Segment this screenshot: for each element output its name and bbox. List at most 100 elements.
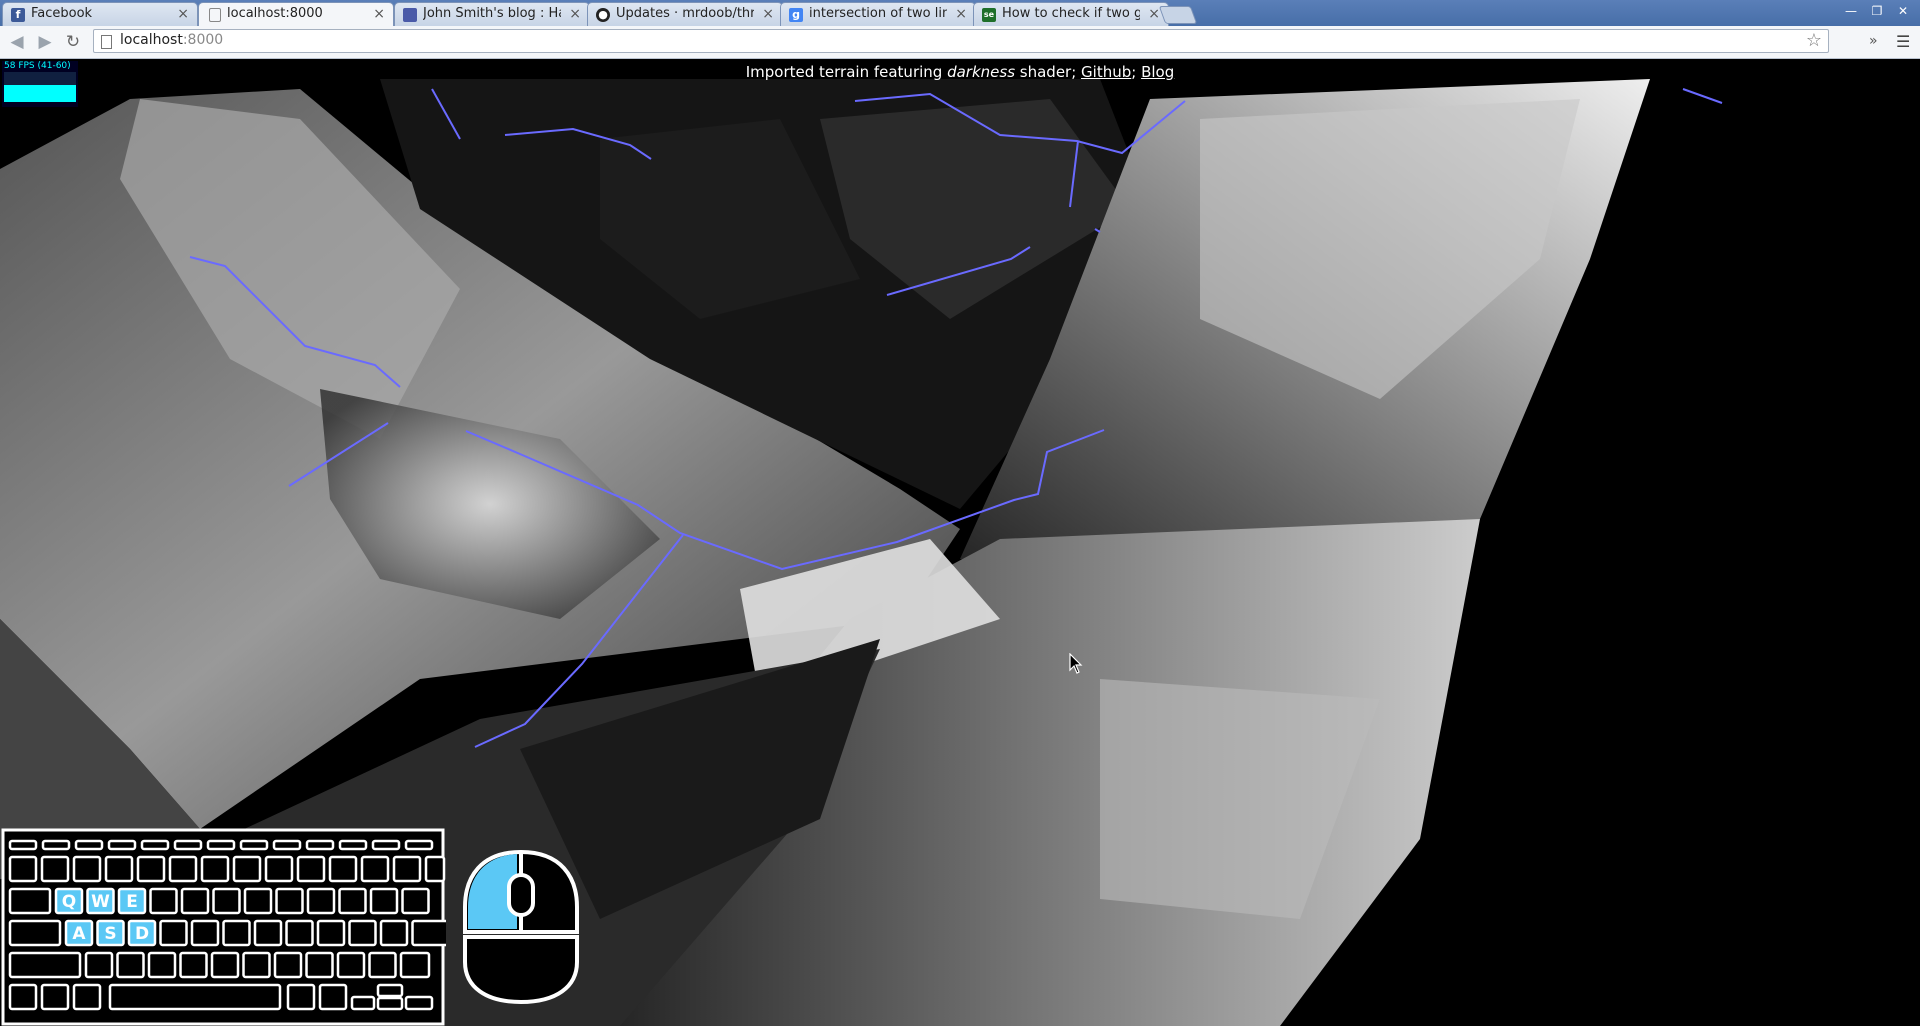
- forward-arrow-icon[interactable]: ▶: [34, 31, 56, 53]
- keyboard-key: [368, 951, 397, 979]
- arrow-down-key: [376, 996, 404, 1011]
- keyboard-key: [348, 919, 377, 947]
- minimize-button[interactable]: —: [1840, 2, 1862, 20]
- new-tab-button[interactable]: [1158, 6, 1198, 24]
- keyboard-key: [369, 887, 399, 915]
- close-tab-icon[interactable]: ×: [955, 3, 967, 25]
- reload-icon[interactable]: ↻: [62, 31, 84, 53]
- close-tab-icon[interactable]: ×: [373, 3, 385, 25]
- tab-key: [8, 887, 52, 915]
- function-key: [371, 839, 401, 851]
- keyboard-key: [147, 951, 177, 979]
- google-icon: g: [789, 8, 803, 22]
- extensions-chevron-icon[interactable]: »: [1869, 33, 1878, 49]
- webgl-canvas[interactable]: Imported terrain featuring darkness shad…: [0, 59, 1920, 1026]
- keyboard-key: [210, 951, 240, 979]
- function-key: [140, 839, 170, 851]
- keyboard-key: [306, 887, 336, 915]
- keyboard-key: [338, 887, 367, 915]
- keyboard-key: [159, 919, 188, 947]
- keyboard-key: [253, 919, 283, 947]
- caption-separator: ;: [1131, 63, 1142, 81]
- function-key: [74, 839, 104, 851]
- function-key: [107, 839, 137, 851]
- tab-strip: f Facebook × localhost:8000 × John Smith…: [0, 0, 1920, 26]
- keyboard-key: [222, 919, 251, 947]
- meta-key: [40, 983, 70, 1011]
- function-key: [173, 839, 203, 851]
- close-window-button[interactable]: ✕: [1892, 2, 1914, 20]
- fps-readout: 58 FPS (41-60): [4, 61, 71, 71]
- caption-emphasis: darkness: [947, 63, 1016, 81]
- caps-lock-key: [8, 919, 62, 947]
- scene-caption: Imported terrain featuring darkness shad…: [0, 63, 1920, 81]
- back-arrow-icon[interactable]: ◀: [6, 31, 28, 53]
- function-key: [239, 839, 269, 851]
- function-key: [338, 839, 368, 851]
- keyboard-key: [243, 887, 273, 915]
- backspace-key: [424, 855, 446, 883]
- url-text: localhost:8000: [120, 32, 224, 48]
- close-tab-icon[interactable]: ×: [1148, 3, 1160, 25]
- tab-label: Updates · mrdoob/thr: [616, 6, 754, 21]
- tab-john-smith-blog[interactable]: John Smith's blog : Ha ×: [394, 2, 590, 26]
- mouse-scroll-wheel: [507, 873, 535, 917]
- github-link[interactable]: Github: [1081, 63, 1131, 81]
- keyboard-key: [285, 919, 314, 947]
- tab-localhost[interactable]: localhost:8000 ×: [198, 2, 394, 26]
- fps-meter[interactable]: 58 FPS (41-60): [2, 61, 78, 107]
- keyboard-key: [40, 855, 70, 883]
- key-d-label: D: [135, 924, 149, 944]
- tab-github-updates[interactable]: ● Updates · mrdoob/thr ×: [587, 2, 783, 26]
- tab-label: John Smith's blog : Ha: [423, 6, 561, 21]
- keyboard-key: [232, 855, 262, 883]
- address-bar[interactable]: localhost:8000 ☆: [93, 29, 1829, 53]
- keyboard-key: [401, 887, 430, 915]
- keyboard-key: [379, 919, 409, 947]
- menu-icon[interactable]: ☰: [1896, 32, 1910, 51]
- keyboard-key: [212, 887, 241, 915]
- keyboard-key: [360, 855, 390, 883]
- caption-prefix: Imported terrain featuring: [745, 63, 948, 81]
- key-e-label: E: [126, 892, 138, 912]
- ctrl-key: [318, 983, 348, 1011]
- keyboard-key: [84, 951, 114, 979]
- close-tab-icon[interactable]: ×: [177, 3, 189, 25]
- keyboard-key: [328, 855, 358, 883]
- ctrl-key: [8, 983, 38, 1011]
- fps-bar: [4, 84, 76, 102]
- keyboard-key: [149, 887, 178, 915]
- keyboard-key: [336, 951, 366, 979]
- function-key: [272, 839, 302, 851]
- blog-link[interactable]: Blog: [1141, 63, 1174, 81]
- spacebar-key: [108, 983, 282, 1011]
- shift-key: [399, 951, 431, 979]
- stackexchange-icon: se: [982, 8, 996, 22]
- keyboard-key: [8, 855, 38, 883]
- keyboard-key: [275, 887, 304, 915]
- key-a-label: A: [72, 924, 86, 944]
- facebook-icon: f: [11, 8, 25, 22]
- restore-button[interactable]: ❐: [1866, 2, 1888, 20]
- close-tab-icon[interactable]: ×: [762, 3, 774, 25]
- function-key: [206, 839, 236, 851]
- key-q-label: Q: [62, 892, 76, 912]
- function-key: [305, 839, 335, 851]
- mouse-cursor-icon: [1069, 653, 1083, 674]
- close-tab-icon[interactable]: ×: [569, 3, 581, 25]
- page-icon: [209, 8, 221, 22]
- tab-stackexchange[interactable]: se How to check if two g ×: [973, 2, 1169, 26]
- arrow-up-key: [376, 983, 404, 998]
- tab-google-intersection[interactable]: g intersection of two line ×: [780, 2, 976, 26]
- tab-facebook[interactable]: f Facebook ×: [2, 2, 198, 26]
- shift-key: [8, 951, 82, 979]
- keyboard-key: [179, 951, 208, 979]
- arrow-left-key: [350, 995, 376, 1011]
- bookmark-star-icon[interactable]: ☆: [1806, 30, 1822, 52]
- keyboard-key: [168, 855, 198, 883]
- keyboard-key: [136, 855, 166, 883]
- tab-label: localhost:8000: [227, 6, 323, 21]
- alt-key: [286, 983, 316, 1011]
- keyboard-key: [200, 855, 230, 883]
- keyboard-key: [316, 919, 346, 947]
